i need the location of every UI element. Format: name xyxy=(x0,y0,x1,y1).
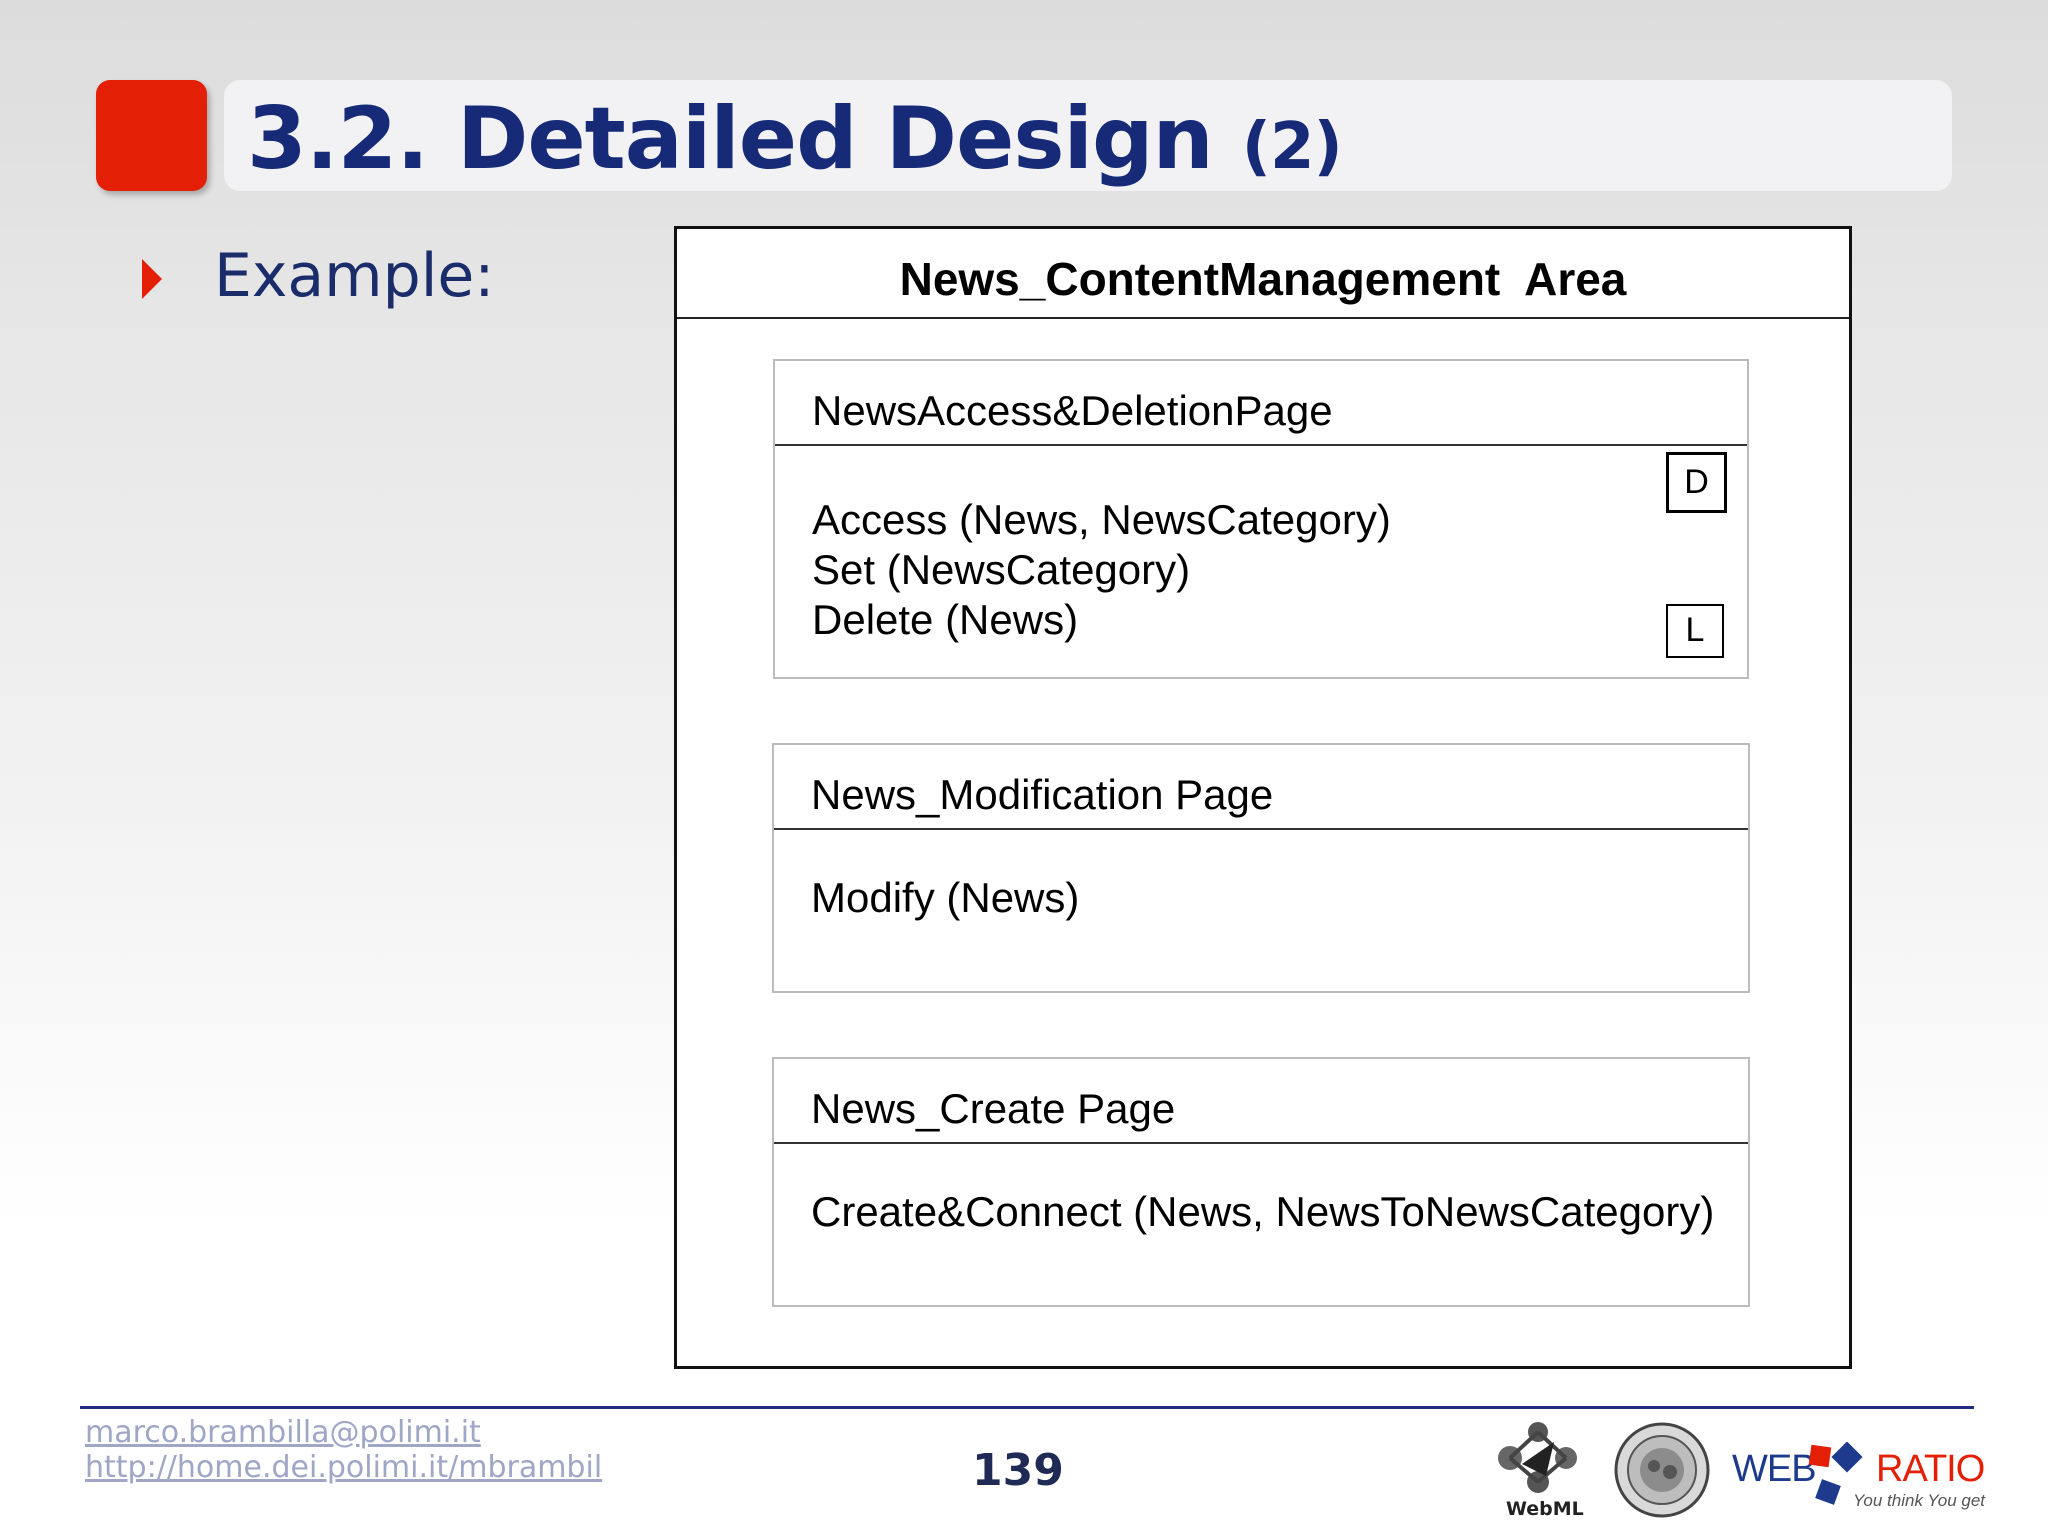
page-title: News_Create Page xyxy=(811,1085,1176,1132)
webratio-logo-ratio: RATIO xyxy=(1876,1448,1985,1490)
slide-title: 3.2. Detailed Design (2) xyxy=(247,84,1343,194)
page-title: News_Modification Page xyxy=(811,771,1274,818)
page-box-access-deletion: NewsAccess&DeletionPage Access (News, Ne… xyxy=(773,359,1749,679)
area-title: News_ContentManagement Area xyxy=(677,229,1849,319)
unit-modify: Modify (News) xyxy=(811,874,1080,921)
page-divider xyxy=(775,444,1747,446)
politecnico-seal-icon xyxy=(1614,1422,1710,1518)
footer-url-link[interactable]: http://home.dei.polimi.it/mbrambil xyxy=(85,1450,602,1485)
badge-l: L xyxy=(1666,604,1724,658)
webratio-tagline: You think You get xyxy=(1853,1491,1986,1510)
page-box-create: News_Create Page Create&Connect (News, N… xyxy=(772,1057,1750,1307)
page-number: 139 xyxy=(972,1445,1064,1496)
unit-access: Access (News, NewsCategory) xyxy=(812,496,1391,543)
area-container: News_ContentManagement Area NewsAccess&D… xyxy=(674,226,1852,1369)
unit-delete: Delete (News) xyxy=(812,596,1079,643)
page-box-modification: News_Modification Page Modify (News) xyxy=(772,743,1750,993)
webml-logo-icon xyxy=(1498,1422,1577,1493)
title-accent-square xyxy=(96,80,207,191)
webml-label: WebML xyxy=(1506,1498,1584,1520)
unit-set: Set (NewsCategory) xyxy=(812,546,1191,593)
footer-divider xyxy=(80,1406,1974,1409)
badge-d: D xyxy=(1666,452,1727,513)
slide-title-main: 3.2. Detailed Design xyxy=(247,89,1214,189)
bullet-text: Example: xyxy=(214,241,495,311)
page-divider xyxy=(774,1142,1748,1144)
slide-title-sub: (2) xyxy=(1241,110,1343,184)
footer-email-link[interactable]: marco.brambilla@polimi.it xyxy=(85,1415,481,1450)
bullet-arrow-icon xyxy=(142,259,162,299)
page-title: NewsAccess&DeletionPage xyxy=(812,387,1333,434)
unit-create-connect: Create&Connect (News, NewsToNewsCategory… xyxy=(811,1188,1715,1235)
page-divider xyxy=(774,828,1748,830)
webratio-logo-web: WEB xyxy=(1732,1448,1817,1490)
